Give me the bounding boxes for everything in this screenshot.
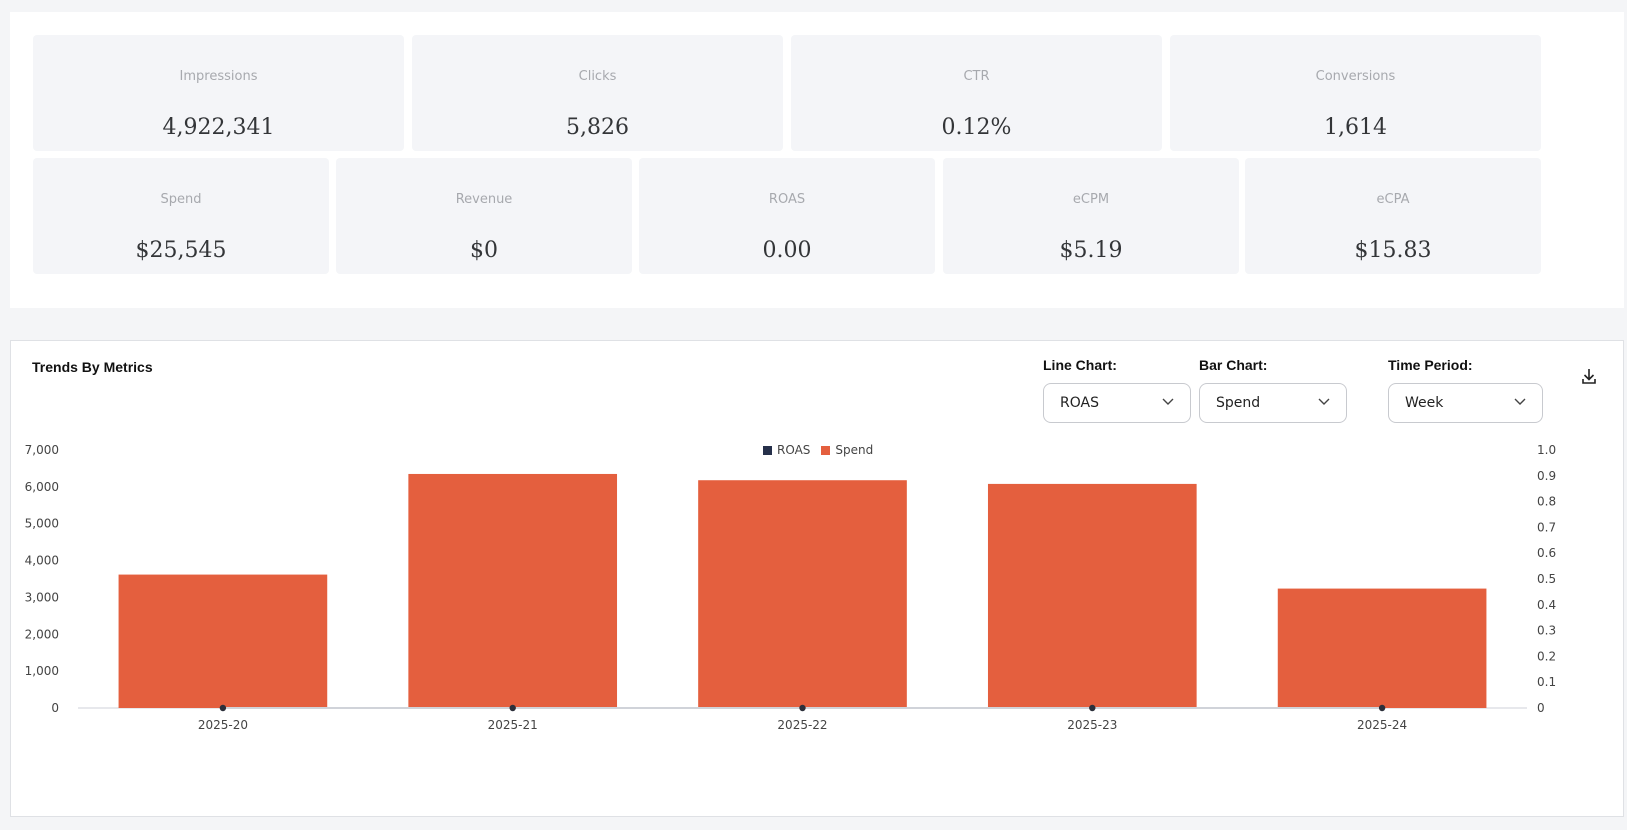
y-left-tick-label: 1,000 xyxy=(25,664,59,678)
kpi-label: Spend xyxy=(160,192,202,207)
kpi-value: 4,922,341 xyxy=(162,115,275,140)
kpi-value: 5,826 xyxy=(566,115,629,140)
y-right-tick-label: 1.0 xyxy=(1537,443,1556,457)
kpi-label: CTR xyxy=(963,69,990,84)
bar-spend xyxy=(987,483,1197,708)
kpi-card-spend: Spend $25,545 xyxy=(33,158,329,274)
y-right-tick-label: 0.1 xyxy=(1537,675,1556,689)
trends-panel: Trends By Metrics Line Chart: ROAS Bar C… xyxy=(10,340,1624,817)
point-roas xyxy=(1378,704,1386,712)
y-right-tick-label: 0.2 xyxy=(1537,649,1556,663)
kpi-card-ecpm: eCPM $5.19 xyxy=(943,158,1239,274)
kpi-label: Impressions xyxy=(179,69,258,84)
y-right-tick-label: 0.4 xyxy=(1537,598,1556,612)
point-roas xyxy=(1089,704,1096,712)
y-right-tick-label: 0 xyxy=(1537,701,1545,715)
kpi-label: Clicks xyxy=(578,69,617,84)
y-right-tick-label: 0.7 xyxy=(1537,520,1556,534)
kpi-card-conversions: Conversions 1,614 xyxy=(1170,35,1541,151)
y-right-tick-label: 0.8 xyxy=(1537,495,1556,509)
trends-chart: 0 1,000 2,000 3,000 4,000 5,000 6,000 7,000 0 0.1… xyxy=(25,443,1556,732)
kpi-value: $0 xyxy=(470,238,498,263)
kpi-label: ROAS xyxy=(768,192,806,207)
y-left-tick-label: 0 xyxy=(51,701,59,715)
kpi-value: 0.12% xyxy=(941,115,1012,140)
x-tick-label: 2025-23 xyxy=(1067,718,1117,732)
point-roas xyxy=(799,704,806,712)
bar-spend xyxy=(408,473,618,708)
kpi-card-clicks: Clicks 5,826 xyxy=(412,35,783,151)
y-right-tick-label: 0.3 xyxy=(1537,624,1556,638)
kpi-value: 0.00 xyxy=(762,238,812,263)
y-right-tick-label: 0.5 xyxy=(1537,572,1556,586)
kpi-value: $25,545 xyxy=(135,238,227,263)
kpi-card-roas: ROAS 0.00 xyxy=(639,158,935,274)
kpi-value: 1,614 xyxy=(1324,115,1387,140)
point-roas xyxy=(219,704,227,712)
y-left-tick-label: 5,000 xyxy=(25,517,59,531)
y-left-tick-label: 2,000 xyxy=(25,627,59,641)
kpi-card-ctr: CTR 0.12% xyxy=(791,35,1162,151)
y-left-tick-label: 3,000 xyxy=(25,590,59,604)
y-left-tick-label: 4,000 xyxy=(25,554,59,568)
y-left-tick-label: 6,000 xyxy=(25,480,59,494)
y-left-tick-label: 7,000 xyxy=(25,443,59,457)
kpi-panel: Impressions 4,922,341 Clicks 5,826 CTR 0… xyxy=(10,12,1624,308)
bar-spend xyxy=(1277,588,1487,708)
kpi-card-revenue: Revenue $0 xyxy=(336,158,632,274)
bar-spend xyxy=(698,480,907,708)
kpi-value: $15.83 xyxy=(1354,238,1432,263)
kpi-card-ecpa: eCPA $15.83 xyxy=(1245,158,1541,274)
y-right-tick-label: 0.9 xyxy=(1537,469,1556,483)
x-tick-label: 2025-24 xyxy=(1357,718,1407,732)
kpi-value: $5.19 xyxy=(1059,238,1123,263)
kpi-card-impressions: Impressions 4,922,341 xyxy=(33,35,404,151)
x-tick-label: 2025-21 xyxy=(488,718,538,732)
kpi-label: Revenue xyxy=(455,192,513,207)
x-tick-label: 2025-20 xyxy=(198,718,248,732)
y-right-tick-label: 0.6 xyxy=(1537,546,1556,560)
kpi-label: Conversions xyxy=(1315,69,1396,84)
kpi-label: eCPA xyxy=(1376,192,1410,207)
bar-spend xyxy=(118,574,328,708)
point-roas xyxy=(509,704,516,712)
x-tick-label: 2025-22 xyxy=(777,718,827,732)
kpi-label: eCPM xyxy=(1072,192,1110,207)
